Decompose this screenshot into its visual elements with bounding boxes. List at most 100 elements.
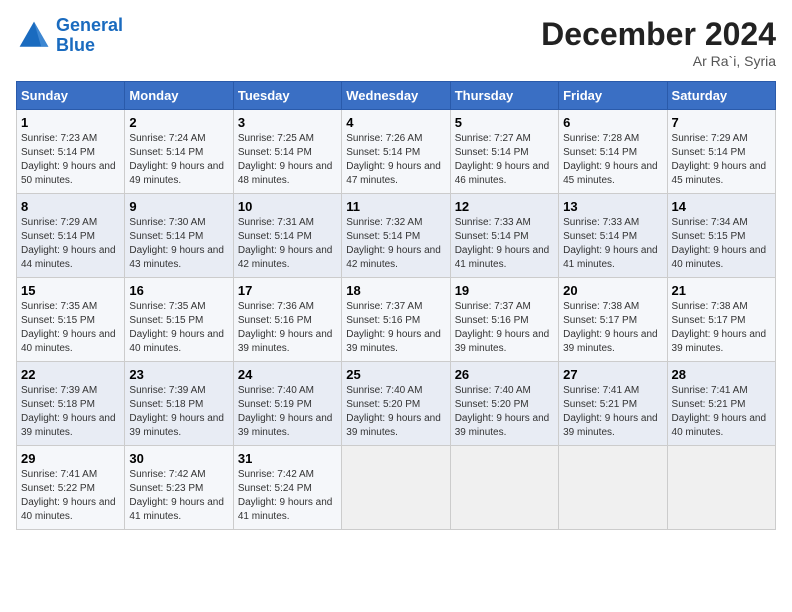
- day-number: 24: [238, 367, 337, 382]
- weekday-header-saturday: Saturday: [667, 82, 775, 110]
- day-detail: Sunrise: 7:25 AMSunset: 5:14 PMDaylight:…: [238, 133, 333, 186]
- month-title: December 2024: [541, 16, 776, 53]
- calendar-cell: 15Sunrise: 7:35 AMSunset: 5:15 PMDayligh…: [17, 278, 125, 362]
- day-detail: Sunrise: 7:40 AMSunset: 5:20 PMDaylight:…: [455, 385, 550, 438]
- logo-line1: General: [56, 16, 123, 36]
- day-number: 10: [238, 199, 337, 214]
- day-detail: Sunrise: 7:24 AMSunset: 5:14 PMDaylight:…: [129, 133, 224, 186]
- calendar-cell: [342, 446, 450, 530]
- calendar-cell: 24 Sunrise: 7:40 AMSunset: 5:19 PMDayligh…: [233, 362, 341, 446]
- day-detail: Sunrise: 7:41 AMSunset: 5:22 PMDaylight:…: [21, 469, 116, 522]
- day-number: 19: [455, 283, 554, 298]
- day-number: 27: [563, 367, 662, 382]
- day-number: 7: [672, 115, 771, 130]
- calendar-table: SundayMondayTuesdayWednesdayThursdayFrid…: [16, 81, 776, 530]
- calendar-cell: 31Sunrise: 7:42 AMSunset: 5:24 PMDayligh…: [233, 446, 341, 530]
- day-detail: Sunrise: 7:26 AMSunset: 5:14 PMDaylight:…: [346, 133, 441, 186]
- calendar-cell: 11Sunrise: 7:32 AMSunset: 5:14 PMDayligh…: [342, 194, 450, 278]
- day-number: 1: [21, 115, 120, 130]
- weekday-header-thursday: Thursday: [450, 82, 558, 110]
- day-number: 9: [129, 199, 228, 214]
- day-number: 12: [455, 199, 554, 214]
- day-detail: Sunrise: 7:33 AMSunset: 5:14 PMDaylight:…: [455, 217, 550, 270]
- day-detail: Sunrise: 7:29 AMSunset: 5:14 PMDaylight:…: [672, 133, 767, 186]
- calendar-cell: 10 Sunrise: 7:31 AMSunset: 5:14 PMDayligh…: [233, 194, 341, 278]
- day-number: 4: [346, 115, 445, 130]
- weekday-header-row: SundayMondayTuesdayWednesdayThursdayFrid…: [17, 82, 776, 110]
- calendar-cell: 13 Sunrise: 7:33 AMSunset: 5:14 PMDayligh…: [559, 194, 667, 278]
- calendar-cell: 8 Sunrise: 7:29 AMSunset: 5:14 PMDaylight…: [17, 194, 125, 278]
- calendar-cell: [559, 446, 667, 530]
- calendar-week-3: 15 Sunrise: 7:35 AMSunset: 5:15 PMDayligh…: [17, 278, 776, 362]
- calendar-cell: 7 Sunrise: 7:29 AMSunset: 5:14 PMDaylight…: [667, 110, 775, 194]
- day-detail: Sunrise: 7:39 AMSunset: 5:18 PMDaylight:…: [21, 385, 116, 438]
- calendar-cell: 30Sunrise: 7:42 AMSunset: 5:23 PMDayligh…: [125, 446, 233, 530]
- day-number: 21: [672, 283, 771, 298]
- day-number: 28: [672, 367, 771, 382]
- calendar-cell: 21 Sunrise: 7:38 AMSunset: 5:17 PMDayligh…: [667, 278, 775, 362]
- calendar-cell: 4 Sunrise: 7:26 AMSunset: 5:14 PMDaylight…: [342, 110, 450, 194]
- day-detail: Sunrise: 7:38 AMSunset: 5:17 PMDaylight:…: [672, 301, 767, 354]
- calendar-cell: 26Sunrise: 7:40 AMSunset: 5:20 PMDayligh…: [450, 362, 558, 446]
- calendar-cell: 27 Sunrise: 7:41 AMSunset: 5:21 PMDayligh…: [559, 362, 667, 446]
- calendar-cell: 29 Sunrise: 7:41 AMSunset: 5:22 PMDayligh…: [17, 446, 125, 530]
- calendar-cell: [667, 446, 775, 530]
- day-detail: Sunrise: 7:34 AMSunset: 5:15 PMDaylight:…: [672, 217, 767, 270]
- calendar-cell: 25 Sunrise: 7:40 AMSunset: 5:20 PMDayligh…: [342, 362, 450, 446]
- calendar-cell: 2 Sunrise: 7:24 AMSunset: 5:14 PMDaylight…: [125, 110, 233, 194]
- calendar-week-2: 8 Sunrise: 7:29 AMSunset: 5:14 PMDaylight…: [17, 194, 776, 278]
- calendar-week-4: 22Sunrise: 7:39 AMSunset: 5:18 PMDayligh…: [17, 362, 776, 446]
- calendar-cell: 20Sunrise: 7:38 AMSunset: 5:17 PMDayligh…: [559, 278, 667, 362]
- day-number: 13: [563, 199, 662, 214]
- day-number: 25: [346, 367, 445, 382]
- calendar-cell: 28 Sunrise: 7:41 AMSunset: 5:21 PMDayligh…: [667, 362, 775, 446]
- day-detail: Sunrise: 7:42 AMSunset: 5:24 PMDaylight:…: [238, 469, 333, 522]
- day-detail: Sunrise: 7:27 AMSunset: 5:14 PMDaylight:…: [455, 133, 550, 186]
- weekday-header-sunday: Sunday: [17, 82, 125, 110]
- day-number: 2: [129, 115, 228, 130]
- day-number: 15: [21, 283, 120, 298]
- day-number: 16: [129, 283, 228, 298]
- day-detail: Sunrise: 7:33 AMSunset: 5:14 PMDaylight:…: [563, 217, 658, 270]
- calendar-cell: 14 Sunrise: 7:34 AMSunset: 5:15 PMDayligh…: [667, 194, 775, 278]
- day-detail: Sunrise: 7:30 AMSunset: 5:14 PMDaylight:…: [129, 217, 224, 270]
- title-block: December 2024 Ar Ra`i, Syria: [541, 16, 776, 69]
- location: Ar Ra`i, Syria: [541, 53, 776, 69]
- calendar-week-1: 1 Sunrise: 7:23 AMSunset: 5:14 PMDaylight…: [17, 110, 776, 194]
- day-detail: Sunrise: 7:35 AMSunset: 5:15 PMDaylight:…: [129, 301, 224, 354]
- calendar-cell: 17Sunrise: 7:36 AMSunset: 5:16 PMDayligh…: [233, 278, 341, 362]
- calendar-cell: 22Sunrise: 7:39 AMSunset: 5:18 PMDayligh…: [17, 362, 125, 446]
- calendar-cell: 23Sunrise: 7:39 AMSunset: 5:18 PMDayligh…: [125, 362, 233, 446]
- day-number: 14: [672, 199, 771, 214]
- day-detail: Sunrise: 7:36 AMSunset: 5:16 PMDaylight:…: [238, 301, 333, 354]
- calendar-cell: 6 Sunrise: 7:28 AMSunset: 5:14 PMDaylight…: [559, 110, 667, 194]
- day-number: 3: [238, 115, 337, 130]
- logo-line2: Blue: [56, 36, 123, 56]
- weekday-header-tuesday: Tuesday: [233, 82, 341, 110]
- calendar-cell: 12 Sunrise: 7:33 AMSunset: 5:14 PMDayligh…: [450, 194, 558, 278]
- day-detail: Sunrise: 7:40 AMSunset: 5:19 PMDaylight:…: [238, 385, 333, 438]
- day-detail: Sunrise: 7:23 AMSunset: 5:14 PMDaylight:…: [21, 133, 116, 186]
- day-detail: Sunrise: 7:28 AMSunset: 5:14 PMDaylight:…: [563, 133, 658, 186]
- page-header: General Blue December 2024 Ar Ra`i, Syri…: [16, 16, 776, 69]
- day-detail: Sunrise: 7:41 AMSunset: 5:21 PMDaylight:…: [672, 385, 767, 438]
- day-number: 5: [455, 115, 554, 130]
- weekday-header-monday: Monday: [125, 82, 233, 110]
- logo-icon: [16, 18, 52, 54]
- calendar-week-5: 29 Sunrise: 7:41 AMSunset: 5:22 PMDayligh…: [17, 446, 776, 530]
- calendar-cell: 5 Sunrise: 7:27 AMSunset: 5:14 PMDaylight…: [450, 110, 558, 194]
- day-detail: Sunrise: 7:31 AMSunset: 5:14 PMDaylight:…: [238, 217, 333, 270]
- day-detail: Sunrise: 7:29 AMSunset: 5:14 PMDaylight:…: [21, 217, 116, 270]
- day-detail: Sunrise: 7:38 AMSunset: 5:17 PMDaylight:…: [563, 301, 658, 354]
- day-detail: Sunrise: 7:41 AMSunset: 5:21 PMDaylight:…: [563, 385, 658, 438]
- day-detail: Sunrise: 7:40 AMSunset: 5:20 PMDaylight:…: [346, 385, 441, 438]
- weekday-header-friday: Friday: [559, 82, 667, 110]
- day-number: 8: [21, 199, 120, 214]
- logo: General Blue: [16, 16, 123, 56]
- day-number: 29: [21, 451, 120, 466]
- day-detail: Sunrise: 7:37 AMSunset: 5:16 PMDaylight:…: [455, 301, 550, 354]
- logo-text: General Blue: [56, 16, 123, 56]
- calendar-cell: 16 Sunrise: 7:35 AMSunset: 5:15 PMDayligh…: [125, 278, 233, 362]
- day-number: 6: [563, 115, 662, 130]
- calendar-cell: 9 Sunrise: 7:30 AMSunset: 5:14 PMDaylight…: [125, 194, 233, 278]
